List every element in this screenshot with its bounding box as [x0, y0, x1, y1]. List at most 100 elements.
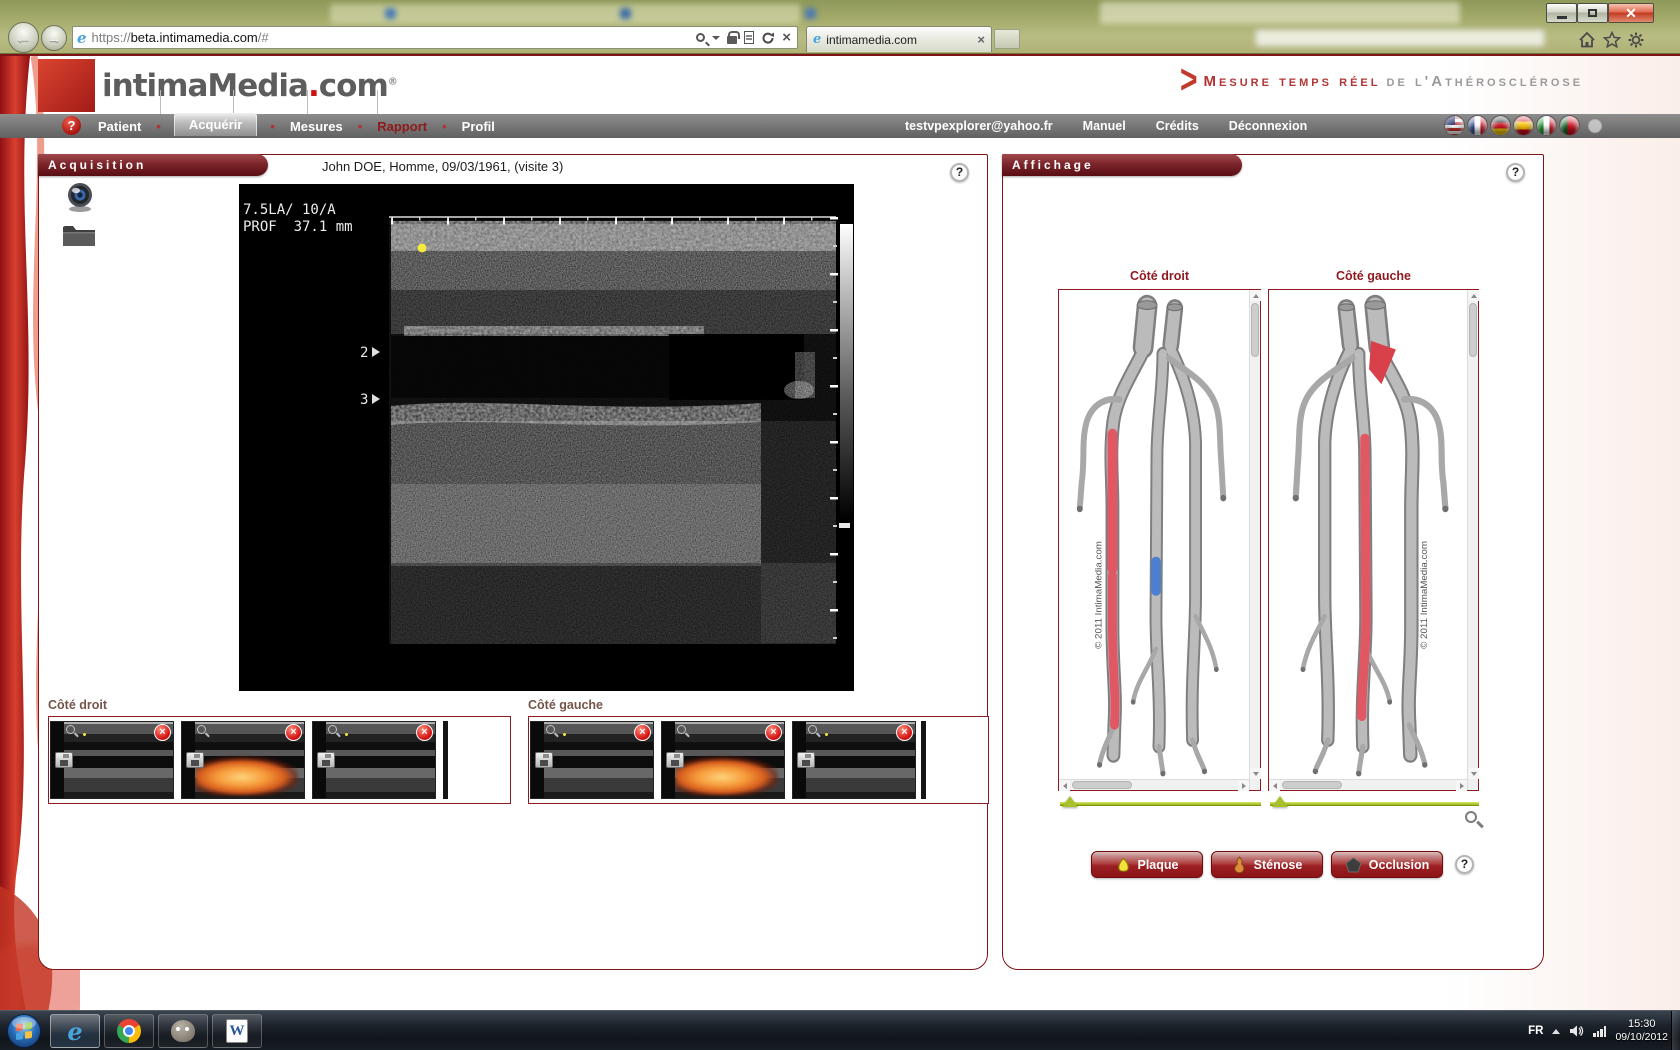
zoom-magnifier-icon[interactable] — [1465, 811, 1477, 823]
scrollbar-thumb[interactable] — [1469, 303, 1477, 357]
ultrasound-thumbnail-doppler[interactable]: × — [661, 721, 785, 799]
horizontal-scrollbar[interactable] — [1269, 779, 1467, 790]
language-indicator[interactable]: FR — [1528, 1025, 1543, 1037]
diagram-slider-right[interactable] — [1060, 796, 1261, 810]
legend-stenose-button[interactable]: Sténose — [1211, 851, 1323, 878]
scroll-left-icon[interactable] — [1059, 780, 1070, 791]
camera-icon[interactable] — [63, 181, 97, 213]
nav-item-acquerir[interactable]: Acquérir — [174, 113, 257, 136]
scroll-down-icon[interactable] — [1250, 768, 1261, 779]
nav-item-rapport[interactable]: Rapport — [375, 119, 429, 134]
slider-handle-icon[interactable] — [1062, 796, 1078, 807]
taskbar-gimp-icon[interactable] — [158, 1014, 208, 1048]
browser-url-bar[interactable]: e https://beta.intimamedia.com/# × — [72, 26, 798, 49]
taskbar-word-icon[interactable]: W — [212, 1014, 262, 1048]
new-tab-button[interactable] — [994, 29, 1020, 49]
stop-icon[interactable]: × — [782, 33, 791, 43]
ultrasound-thumbnail[interactable]: × — [530, 721, 654, 799]
save-disk-icon[interactable] — [797, 752, 815, 768]
delete-thumbnail-icon[interactable]: × — [634, 724, 651, 741]
compatibility-view-icon[interactable] — [744, 31, 754, 44]
browser-tab[interactable]: e intimamedia.com × — [806, 26, 992, 52]
save-disk-icon[interactable] — [186, 752, 204, 768]
folder-icon[interactable] — [61, 221, 97, 249]
delete-thumbnail-icon[interactable]: × — [285, 724, 302, 741]
legend-plaque-button[interactable]: Plaque — [1091, 851, 1203, 878]
scrollbar-thumb[interactable] — [1251, 303, 1259, 357]
ultrasound-thumbnail[interactable]: × — [312, 721, 436, 799]
scrollbar-thumb[interactable] — [1282, 781, 1342, 789]
delete-thumbnail-icon[interactable]: × — [416, 724, 433, 741]
browser-back-button[interactable]: ← — [8, 22, 39, 53]
language-flag-us[interactable] — [1444, 115, 1465, 136]
window-close-button[interactable]: ✕ — [1608, 3, 1654, 23]
network-icon[interactable] — [1593, 1026, 1606, 1037]
scroll-down-icon[interactable] — [1468, 768, 1479, 779]
legend-help-icon[interactable]: ? — [1455, 855, 1474, 874]
vertical-scrollbar[interactable] — [1249, 290, 1260, 790]
volume-icon[interactable] — [1569, 1024, 1584, 1038]
ultrasound-image[interactable]: 7.5LA/ 10/A PROF 37.1 mm 2 3 — [239, 184, 854, 691]
settings-gear-icon[interactable] — [1627, 31, 1645, 49]
patient-info: John DOE, Homme, 09/03/1961, (visite 3) — [322, 159, 563, 174]
refresh-icon[interactable] — [761, 31, 775, 45]
language-flag-de[interactable] — [1490, 115, 1511, 136]
magnifier-mini-icon — [546, 725, 555, 734]
search-icon[interactable] — [696, 33, 705, 42]
nav-item-patient[interactable]: Patient — [96, 119, 143, 134]
nav-help-icon[interactable]: ? — [62, 116, 81, 135]
taskbar-clock[interactable]: 15:30 09/10/2012 — [1615, 1018, 1668, 1044]
save-disk-icon[interactable] — [535, 752, 553, 768]
language-flag-es[interactable] — [1513, 115, 1534, 136]
scrollbar-thumb[interactable] — [1072, 781, 1132, 789]
nav-item-mesures[interactable]: Mesures — [288, 119, 345, 134]
language-flag-fr[interactable] — [1467, 115, 1488, 136]
window-minimize-button[interactable] — [1546, 3, 1577, 23]
home-icon[interactable] — [1578, 31, 1596, 49]
taskbar-chrome-icon[interactable] — [104, 1014, 154, 1048]
vascular-diagram-right[interactable]: © 2011 IntimaMedia.com — [1058, 289, 1261, 791]
ultrasound-thumbnail[interactable]: × — [792, 721, 916, 799]
nav-link-deconnexion[interactable]: Déconnexion — [1229, 119, 1308, 133]
nav-link-credits[interactable]: Crédits — [1156, 119, 1199, 133]
diagram-slider-left[interactable] — [1270, 796, 1479, 810]
slider-handle-icon[interactable] — [1272, 796, 1288, 807]
delete-thumbnail-icon[interactable]: × — [896, 724, 913, 741]
show-desktop-button[interactable] — [1671, 1011, 1680, 1050]
horizontal-scrollbar[interactable] — [1059, 779, 1249, 790]
affichage-help-icon[interactable]: ? — [1506, 163, 1525, 182]
delete-thumbnail-icon[interactable]: × — [765, 724, 782, 741]
scroll-up-icon[interactable] — [1468, 290, 1479, 301]
browser-forward-button[interactable]: → — [41, 25, 67, 51]
save-disk-icon[interactable] — [666, 752, 684, 768]
ultrasound-thumbnail[interactable]: × — [50, 721, 174, 799]
tab-close-icon[interactable]: × — [977, 32, 985, 47]
site-logo[interactable]: intimaMedia.com® — [102, 68, 398, 104]
header-divider — [377, 90, 378, 114]
favorites-star-icon[interactable] — [1603, 31, 1621, 49]
scroll-right-icon[interactable] — [1456, 780, 1467, 791]
scroll-up-icon[interactable] — [1250, 290, 1261, 301]
acquisition-help-icon[interactable]: ? — [950, 163, 969, 182]
url-dropdown-icon[interactable] — [712, 36, 720, 40]
vertical-scrollbar[interactable] — [1467, 290, 1478, 790]
scroll-right-icon[interactable] — [1238, 780, 1249, 791]
scroll-left-icon[interactable] — [1269, 780, 1280, 791]
save-disk-icon[interactable] — [317, 752, 335, 768]
nav-item-profil[interactable]: Profil — [460, 119, 497, 134]
tray-expand-icon[interactable] — [1552, 1029, 1560, 1034]
legend-occlusion-button[interactable]: Occlusion — [1331, 851, 1443, 878]
delete-thumbnail-icon[interactable]: × — [154, 724, 171, 741]
save-disk-icon[interactable] — [55, 752, 73, 768]
plaque-segment-red — [1362, 438, 1366, 716]
right-thumbnail-strip: × × × — [48, 716, 511, 804]
start-button[interactable] — [6, 1013, 42, 1049]
language-flag-pt[interactable] — [1559, 115, 1580, 136]
partial-thumbnail — [921, 721, 926, 799]
nav-link-manuel[interactable]: Manuel — [1083, 119, 1126, 133]
ultrasound-thumbnail-doppler[interactable]: × — [181, 721, 305, 799]
vascular-diagram-left[interactable]: © 2011 IntimaMedia.com — [1268, 289, 1479, 791]
taskbar-ie-icon[interactable]: e — [50, 1014, 100, 1048]
language-flag-it[interactable] — [1536, 115, 1557, 136]
window-restore-button[interactable] — [1577, 3, 1608, 23]
